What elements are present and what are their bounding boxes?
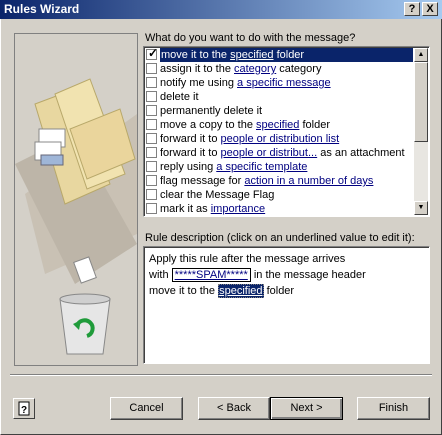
action-text: flag message for <box>160 175 245 187</box>
description-line-3: move it to the specified folder <box>149 283 424 299</box>
action-checkbox[interactable] <box>146 203 157 214</box>
scroll-up-icon[interactable]: ▲ <box>414 48 428 62</box>
scroll-thumb[interactable] <box>414 62 428 142</box>
action-link[interactable]: specified <box>256 119 299 131</box>
action-item[interactable]: ✓ move it to the specified folder <box>146 46 416 62</box>
action-item[interactable]: flag message for action in a number of d… <box>146 174 416 188</box>
actions-prompt: What do you want to do with the message? <box>145 32 356 44</box>
action-text-suffix: as an attachment <box>317 147 405 159</box>
scroll-down-icon[interactable]: ▼ <box>414 201 428 215</box>
action-label: forward it to people or distribution lis… <box>160 132 339 146</box>
action-item[interactable]: forward it to people or distribut... as … <box>146 146 416 160</box>
action-text: clear the Message Flag <box>160 189 275 201</box>
action-text: reply using <box>160 161 217 173</box>
action-checkbox[interactable] <box>146 133 157 144</box>
action-text: assign it to the <box>160 63 234 75</box>
action-checkbox[interactable] <box>146 91 157 102</box>
action-text: permanently delete it <box>160 105 263 117</box>
action-label: forward it to people or distribut... as … <box>160 146 405 160</box>
action-label: permanently delete it <box>160 104 262 118</box>
finish-button[interactable]: Finish <box>357 397 430 420</box>
action-label: delete it <box>160 90 199 104</box>
action-checkbox[interactable]: ✓ <box>146 46 159 60</box>
back-button[interactable]: < Back <box>198 397 270 420</box>
rule-description: Apply this rule after the message arrive… <box>143 246 430 364</box>
action-item[interactable]: mark it as importance <box>146 202 416 216</box>
action-item[interactable]: delete it <box>146 90 416 104</box>
description-line-3-suffix: folder <box>263 285 295 297</box>
action-label: reply using a specific template <box>160 160 307 174</box>
action-link[interactable]: people or distribution list <box>221 133 340 145</box>
action-label: flag message for action in a number of d… <box>160 174 373 188</box>
description-line-2-suffix: in the message header <box>250 269 366 281</box>
action-link[interactable]: a specific message <box>237 77 331 89</box>
action-checkbox[interactable] <box>146 77 157 88</box>
action-item[interactable]: forward it to people or distribution lis… <box>146 132 416 146</box>
action-item[interactable]: reply using a specific template <box>146 160 416 174</box>
action-text: forward it to <box>160 147 221 159</box>
description-line-2: with *****SPAM***** in the message heade… <box>149 267 424 283</box>
folders-recycle-bin-illustration <box>15 34 137 365</box>
action-text: delete it <box>160 91 199 103</box>
action-text: move a copy to the <box>160 119 256 131</box>
description-line-3-prefix: move it to the <box>149 285 219 297</box>
description-line-2-prefix: with <box>149 269 172 281</box>
actions-list[interactable]: ✓ move it to the specified folder assign i… <box>143 46 430 217</box>
action-label: mark it as importance <box>160 202 265 216</box>
action-checkbox[interactable] <box>146 63 157 74</box>
action-item[interactable]: assign it to the category category <box>146 62 416 76</box>
action-item[interactable]: notify me using a specific message <box>146 76 416 90</box>
action-text: mark it as <box>160 203 211 215</box>
specified-folder-link[interactable]: specified <box>218 284 264 298</box>
action-label: notify me using a specific message <box>160 76 331 90</box>
action-text: forward it to <box>160 133 221 145</box>
action-link[interactable]: specified <box>230 49 273 61</box>
separator <box>10 374 432 376</box>
action-label: assign it to the category category <box>160 62 321 76</box>
action-item[interactable]: move a copy to the specified folder <box>146 118 416 132</box>
action-link[interactable]: people or distribut... <box>221 147 318 159</box>
help-button[interactable]: ? <box>13 398 35 419</box>
action-link[interactable]: a specific template <box>216 161 307 173</box>
action-label: move it to the specified folder <box>160 48 413 62</box>
description-label: Rule description (click on an underlined… <box>145 232 415 244</box>
action-item[interactable]: permanently delete it <box>146 104 416 118</box>
action-link[interactable]: category <box>234 63 276 75</box>
next-button[interactable]: Next > <box>270 397 343 420</box>
wizard-illustration <box>14 33 138 366</box>
action-label: clear the Message Flag <box>160 188 274 202</box>
action-link[interactable]: action in a number of days <box>244 175 373 187</box>
title-help-button[interactable]: ? <box>404 2 420 16</box>
action-text: move it to the <box>161 49 231 61</box>
action-checkbox[interactable] <box>146 175 157 186</box>
action-checkbox[interactable] <box>146 119 157 130</box>
action-link[interactable]: importance <box>211 203 265 215</box>
actions-scrollbar[interactable]: ▲ ▼ <box>414 48 428 215</box>
action-checkbox[interactable] <box>146 147 157 158</box>
action-checkbox[interactable] <box>146 161 157 172</box>
cancel-button[interactable]: Cancel <box>110 397 183 420</box>
action-text: notify me using <box>160 77 238 89</box>
action-text-suffix: folder <box>299 119 330 131</box>
help-question-icon: ? <box>18 401 30 416</box>
action-text-suffix: category <box>276 63 322 75</box>
description-line-1: Apply this rule after the message arrive… <box>149 253 346 265</box>
checkmark-icon: ✓ <box>148 46 159 60</box>
action-text-suffix: folder <box>273 49 305 61</box>
action-label: move a copy to the specified folder <box>160 118 330 132</box>
title-close-button[interactable]: X <box>422 2 438 16</box>
window-title: Rules Wizard <box>4 2 80 16</box>
action-checkbox[interactable] <box>146 189 157 200</box>
action-checkbox[interactable] <box>146 105 157 116</box>
title-bar: Rules Wizard ? X <box>0 0 442 19</box>
action-item[interactable]: clear the Message Flag <box>146 188 416 202</box>
spam-value-link[interactable]: *****SPAM***** <box>171 268 251 282</box>
svg-text:?: ? <box>21 405 27 416</box>
